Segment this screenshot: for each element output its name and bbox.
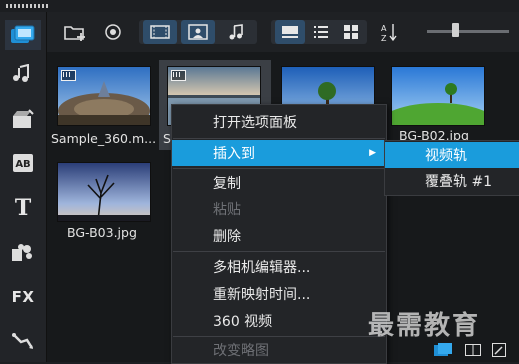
thumbnail-label: S — [163, 131, 171, 146]
thumbnail-label: Sample_360.m... — [51, 131, 157, 146]
menu-label: 复制 — [213, 176, 241, 192]
menu-item-change-thumbnail: 改变略图 — [172, 337, 386, 363]
menu-label: 重新映射时间... — [213, 287, 311, 303]
left-sidebar: AB T FX — [0, 12, 47, 362]
sort-icon[interactable]: AZ — [377, 20, 401, 44]
show-photo-icon[interactable] — [181, 20, 215, 44]
menu-separator — [173, 168, 385, 169]
menu-item-paste: 粘贴 — [172, 196, 386, 222]
svg-text:A: A — [381, 24, 387, 33]
title-ab-glyph: AB — [15, 159, 30, 170]
menu-item-insert-to[interactable]: 插入到 ▶ — [172, 140, 386, 166]
submenu-arrow-icon: ▶ — [369, 148, 376, 158]
text-title-icon[interactable]: T — [5, 193, 41, 223]
menu-label: 打开选项面板 — [213, 115, 297, 131]
thumbnail-size-slider[interactable] — [427, 30, 509, 33]
submenu-item-overlay-track-1[interactable]: 覆叠轨 #1 — [385, 168, 519, 194]
menu-label: 多相机编辑器... — [213, 260, 311, 276]
title-ab-icon[interactable]: AB — [5, 148, 41, 178]
audio-library-icon[interactable] — [5, 60, 41, 90]
instant-project-icon[interactable] — [5, 104, 41, 134]
thumbnail-sample-360[interactable] — [57, 66, 151, 126]
menu-separator — [173, 138, 385, 139]
menu-item-copy[interactable]: 复制 — [172, 170, 386, 196]
grid-view-icon[interactable] — [337, 20, 365, 44]
menu-label: 粘贴 — [213, 202, 241, 218]
menu-label: 360 视频 — [213, 314, 273, 330]
video-badge-icon — [171, 70, 186, 81]
context-menu: 打开选项面板 插入到 ▶ 复制 粘贴 删除 多相机编辑器... 重新映射时间...… — [171, 104, 387, 364]
media-library-window: AB T FX A Z Sample_360.m... S BG-B02.jpg… — [0, 0, 519, 364]
watermark: 最需教育 — [368, 311, 481, 341]
thumbnail-view-icon[interactable] — [275, 20, 305, 44]
bottom-view-controls — [433, 342, 519, 360]
library-panel-icon[interactable] — [433, 342, 453, 358]
show-audio-icon[interactable] — [219, 20, 253, 44]
add-folder-icon[interactable] — [61, 20, 89, 44]
submenu-label: 视频轨 — [425, 148, 467, 164]
menu-item-time-remap[interactable]: 重新映射时间... — [172, 281, 386, 307]
thumbnail-bg-b03[interactable] — [57, 162, 151, 222]
menu-label: 删除 — [213, 229, 241, 245]
capture-icon[interactable] — [101, 20, 125, 44]
list-view-icon[interactable] — [307, 20, 335, 44]
menu-item-open-options[interactable]: 打开选项面板 — [172, 109, 386, 135]
svg-text:Z: Z — [381, 34, 387, 42]
menu-item-multicam-editor[interactable]: 多相机编辑器... — [172, 254, 386, 280]
split-view-icon[interactable] — [463, 342, 483, 358]
media-library-icon[interactable] — [5, 20, 41, 50]
graphics-icon[interactable] — [5, 237, 41, 267]
slider-thumb[interactable] — [452, 23, 459, 37]
show-video-icon[interactable] — [143, 20, 177, 44]
menu-label: 改变略图 — [213, 343, 269, 359]
submenu-label: 覆叠轨 #1 — [425, 174, 493, 190]
video-badge-icon — [61, 70, 76, 81]
library-toolbar: AZ — [47, 12, 519, 52]
fx-filter-icon[interactable]: FX — [5, 282, 41, 312]
menu-item-delete[interactable]: 删除 — [172, 223, 386, 249]
thumbnail-label: BG-B03.jpg — [67, 225, 137, 240]
submenu-item-video-track[interactable]: 视频轨 — [385, 142, 519, 168]
insert-to-submenu: 视频轨 覆叠轨 #1 — [384, 140, 519, 196]
menu-separator — [173, 251, 385, 252]
menu-label: 插入到 — [213, 146, 255, 162]
menu-item-360-video[interactable]: 360 视频 — [172, 308, 386, 334]
panel-grip[interactable] — [6, 4, 50, 8]
thumbnail-bg-b02[interactable] — [391, 66, 485, 126]
path-motion-icon[interactable] — [5, 326, 41, 356]
edit-icon[interactable] — [489, 342, 509, 358]
